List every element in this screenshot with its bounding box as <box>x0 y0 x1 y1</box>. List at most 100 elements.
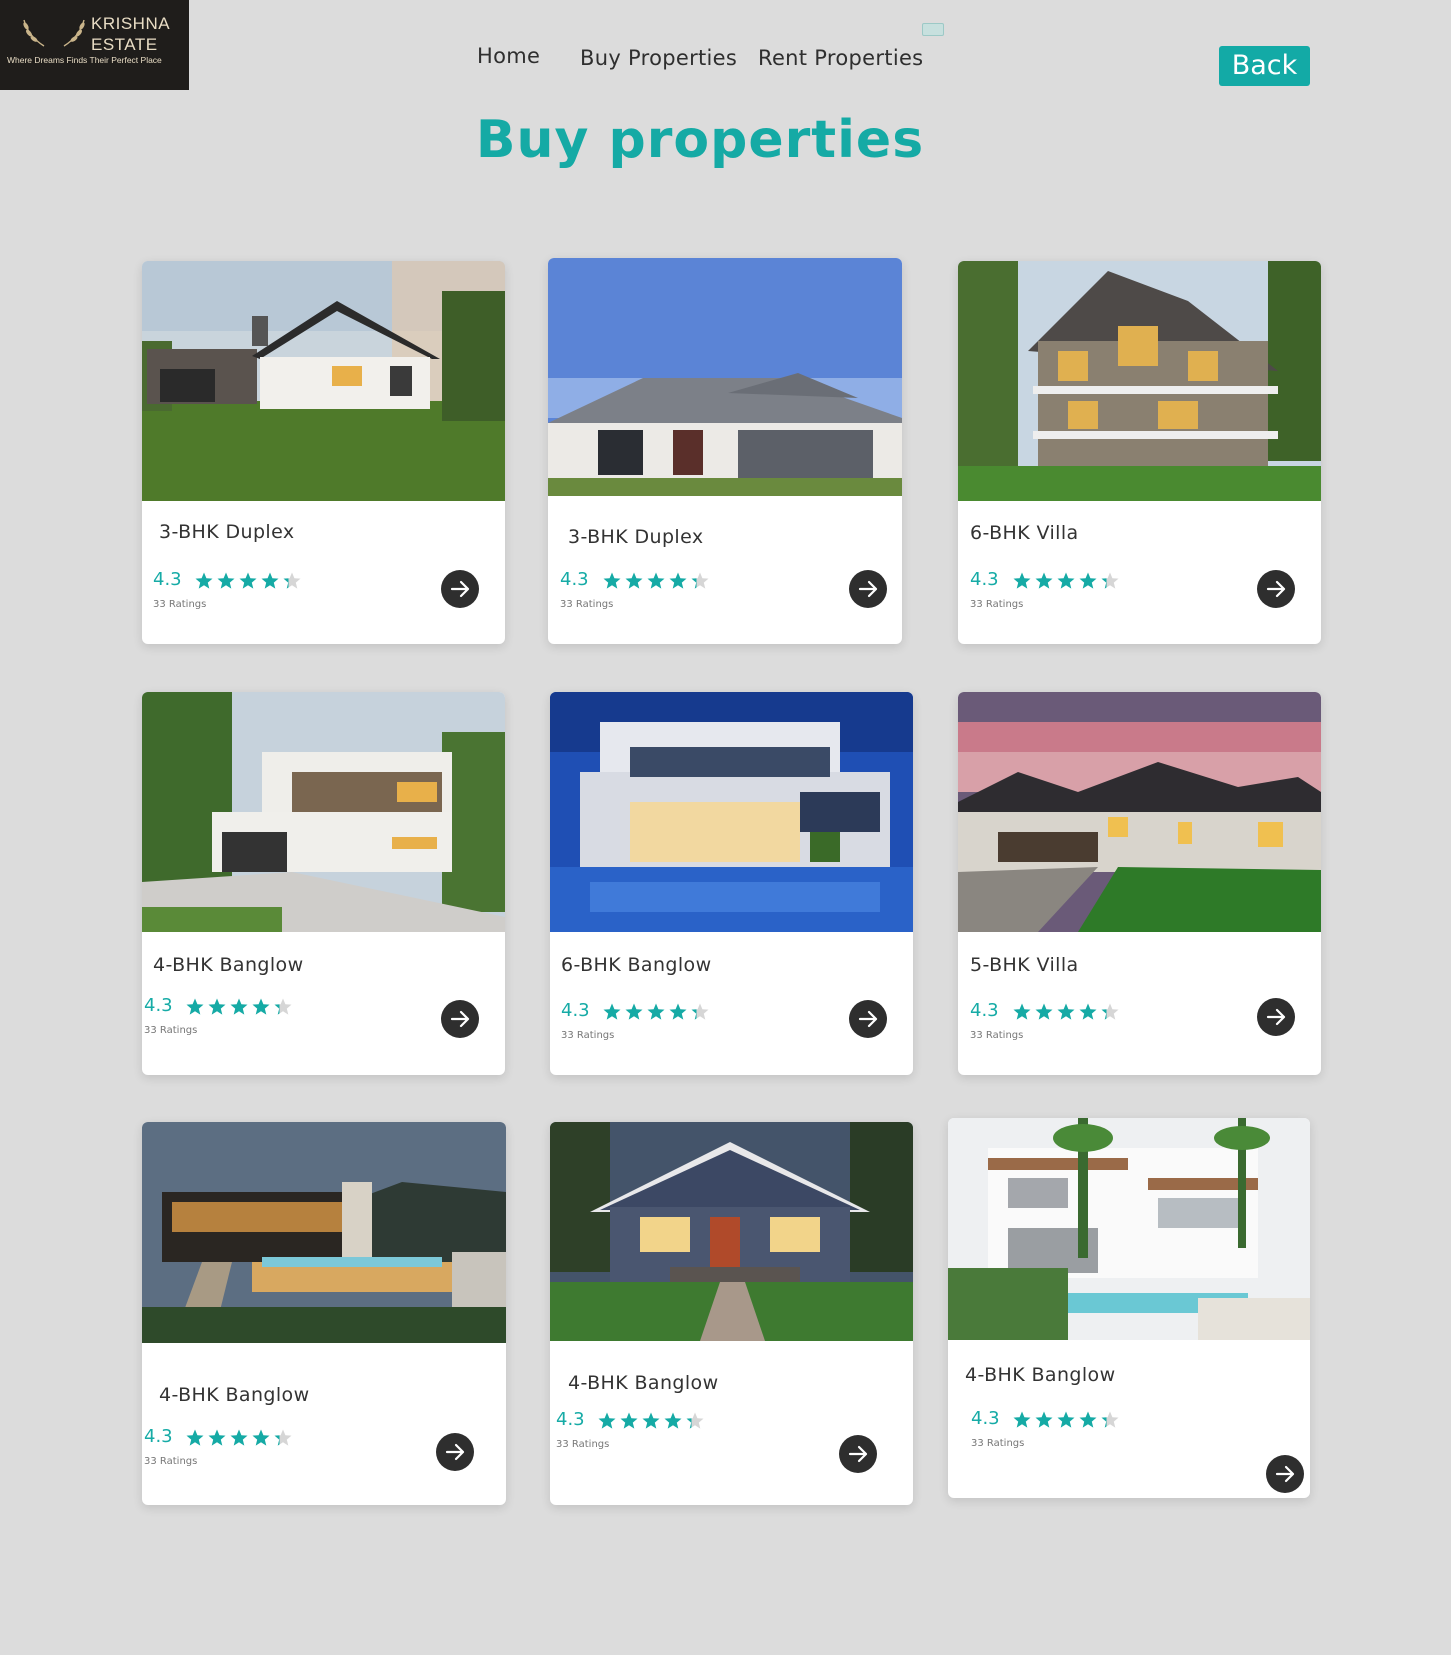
star-filled-icon <box>1057 1003 1075 1020</box>
property-name: 3-BHK Duplex <box>568 526 704 548</box>
arrow-right-icon <box>450 1010 470 1028</box>
star-filled-icon <box>603 1003 621 1020</box>
property-ratings-count: 33 Ratings <box>153 599 207 610</box>
nav-rent-properties-link[interactable]: Rent Properties <box>758 46 923 70</box>
property-rating-value: 4.3 <box>970 1000 999 1021</box>
star-filled-icon <box>1013 572 1031 589</box>
star-filled-icon <box>625 572 643 589</box>
arrow-right-icon <box>858 1010 878 1028</box>
property-rating-value: 4.3 <box>153 569 182 590</box>
property-ratings-count: 33 Ratings <box>560 599 614 610</box>
page-title: Buy properties <box>475 110 925 170</box>
star-filled-icon <box>195 572 213 589</box>
arrow-right-icon <box>858 580 878 598</box>
brand-logo[interactable]: KRISHNA ESTATE Where Dreams Finds Their … <box>0 0 189 90</box>
arrow-right-icon <box>1275 1465 1295 1483</box>
star-filled-icon <box>1057 572 1075 589</box>
star-partial-icon <box>1101 1411 1119 1428</box>
property-rating-value: 4.3 <box>560 569 589 590</box>
property-ratings-count: 33 Ratings <box>971 1438 1025 1449</box>
property-card[interactable]: 4-BHK Banglow 4.3 33 Ratings <box>142 692 505 1075</box>
star-rating <box>194 571 302 591</box>
property-name: 4-BHK Banglow <box>568 1372 719 1394</box>
arrow-right-icon <box>1266 1008 1286 1026</box>
property-image <box>548 258 902 496</box>
property-image <box>958 692 1321 932</box>
property-image <box>958 261 1321 501</box>
star-partial-icon <box>274 1429 292 1446</box>
star-filled-icon <box>1079 1003 1097 1020</box>
property-name: 6-BHK Villa <box>970 522 1079 544</box>
laurel-wreath-icon <box>23 19 85 47</box>
brand-name-line1: KRISHNA <box>91 14 171 33</box>
property-name: 5-BHK Villa <box>970 954 1079 976</box>
property-card[interactable]: 4-BHK Banglow 4.3 33 Ratings <box>550 1122 913 1505</box>
star-filled-icon <box>1057 1411 1075 1428</box>
star-filled-icon <box>186 1429 204 1446</box>
star-filled-icon <box>261 572 279 589</box>
property-image <box>142 692 505 932</box>
back-button[interactable]: Back <box>1219 46 1310 86</box>
property-card[interactable]: 6-BHK Banglow 4.3 33 Ratings <box>550 692 913 1075</box>
arrow-right-icon <box>848 1445 868 1463</box>
view-property-button[interactable] <box>441 1000 479 1038</box>
star-filled-icon <box>598 1412 616 1429</box>
property-rating-value: 4.3 <box>556 1409 585 1430</box>
property-card[interactable]: 3-BHK Duplex 4.3 33 Ratings <box>548 258 902 644</box>
star-filled-icon <box>1035 1003 1053 1020</box>
star-rating <box>1012 1410 1120 1430</box>
property-name: 3-BHK Duplex <box>159 521 295 543</box>
star-partial-icon <box>1101 1003 1119 1020</box>
view-property-button[interactable] <box>436 1433 474 1471</box>
property-card[interactable]: 6-BHK Villa 4.3 33 Ratings <box>958 261 1321 644</box>
arrow-right-icon <box>1266 580 1286 598</box>
property-name: 4-BHK Banglow <box>153 954 304 976</box>
star-filled-icon <box>603 572 621 589</box>
star-partial-icon <box>691 572 709 589</box>
brand-tagline: Where Dreams Finds Their Perfect Place <box>7 55 162 65</box>
star-filled-icon <box>208 1429 226 1446</box>
view-property-button[interactable] <box>441 570 479 608</box>
star-filled-icon <box>1013 1411 1031 1428</box>
star-filled-icon <box>1035 1411 1053 1428</box>
property-ratings-count: 33 Ratings <box>144 1456 198 1467</box>
view-property-button[interactable] <box>849 570 887 608</box>
property-image <box>550 692 913 932</box>
property-card[interactable]: 4-BHK Banglow 4.3 33 Ratings <box>142 1122 506 1505</box>
star-filled-icon <box>669 572 687 589</box>
star-filled-icon <box>1035 572 1053 589</box>
star-filled-icon <box>620 1412 638 1429</box>
view-property-button[interactable] <box>849 1000 887 1038</box>
property-rating-value: 4.3 <box>144 995 173 1016</box>
property-card[interactable]: 3-BHK Duplex 4.3 33 Ratings <box>142 261 505 644</box>
nav-buy-properties-link[interactable]: Buy Properties <box>580 46 737 70</box>
property-image <box>142 261 505 501</box>
property-name: 4-BHK Banglow <box>965 1364 1116 1386</box>
property-rating-value: 4.3 <box>561 1000 590 1021</box>
property-rating-value: 4.3 <box>971 1408 1000 1429</box>
star-filled-icon <box>669 1003 687 1020</box>
star-filled-icon <box>230 998 248 1015</box>
property-card[interactable]: 4-BHK Banglow 4.3 33 Ratings <box>948 1118 1310 1498</box>
view-property-button[interactable] <box>1257 998 1295 1036</box>
property-name: 4-BHK Banglow <box>159 1384 310 1406</box>
arrow-right-icon <box>445 1443 465 1461</box>
property-ratings-count: 33 Ratings <box>144 1025 198 1036</box>
property-ratings-count: 33 Ratings <box>556 1439 610 1450</box>
property-ratings-count: 33 Ratings <box>970 599 1024 610</box>
view-property-button[interactable] <box>839 1435 877 1473</box>
property-ratings-count: 33 Ratings <box>970 1030 1024 1041</box>
view-property-button[interactable] <box>1257 570 1295 608</box>
star-partial-icon <box>1101 572 1119 589</box>
nav-home-link[interactable]: Home <box>477 44 540 68</box>
star-filled-icon <box>208 998 226 1015</box>
star-filled-icon <box>1079 572 1097 589</box>
star-filled-icon <box>647 1003 665 1020</box>
small-thumbnail-icon <box>922 23 944 36</box>
brand-name-line2: ESTATE <box>91 35 158 54</box>
property-rating-value: 4.3 <box>144 1426 173 1447</box>
star-rating <box>602 1002 710 1022</box>
star-rating <box>1012 571 1120 591</box>
property-card[interactable]: 5-BHK Villa 4.3 33 Ratings <box>958 692 1321 1075</box>
view-property-button[interactable] <box>1266 1455 1304 1493</box>
